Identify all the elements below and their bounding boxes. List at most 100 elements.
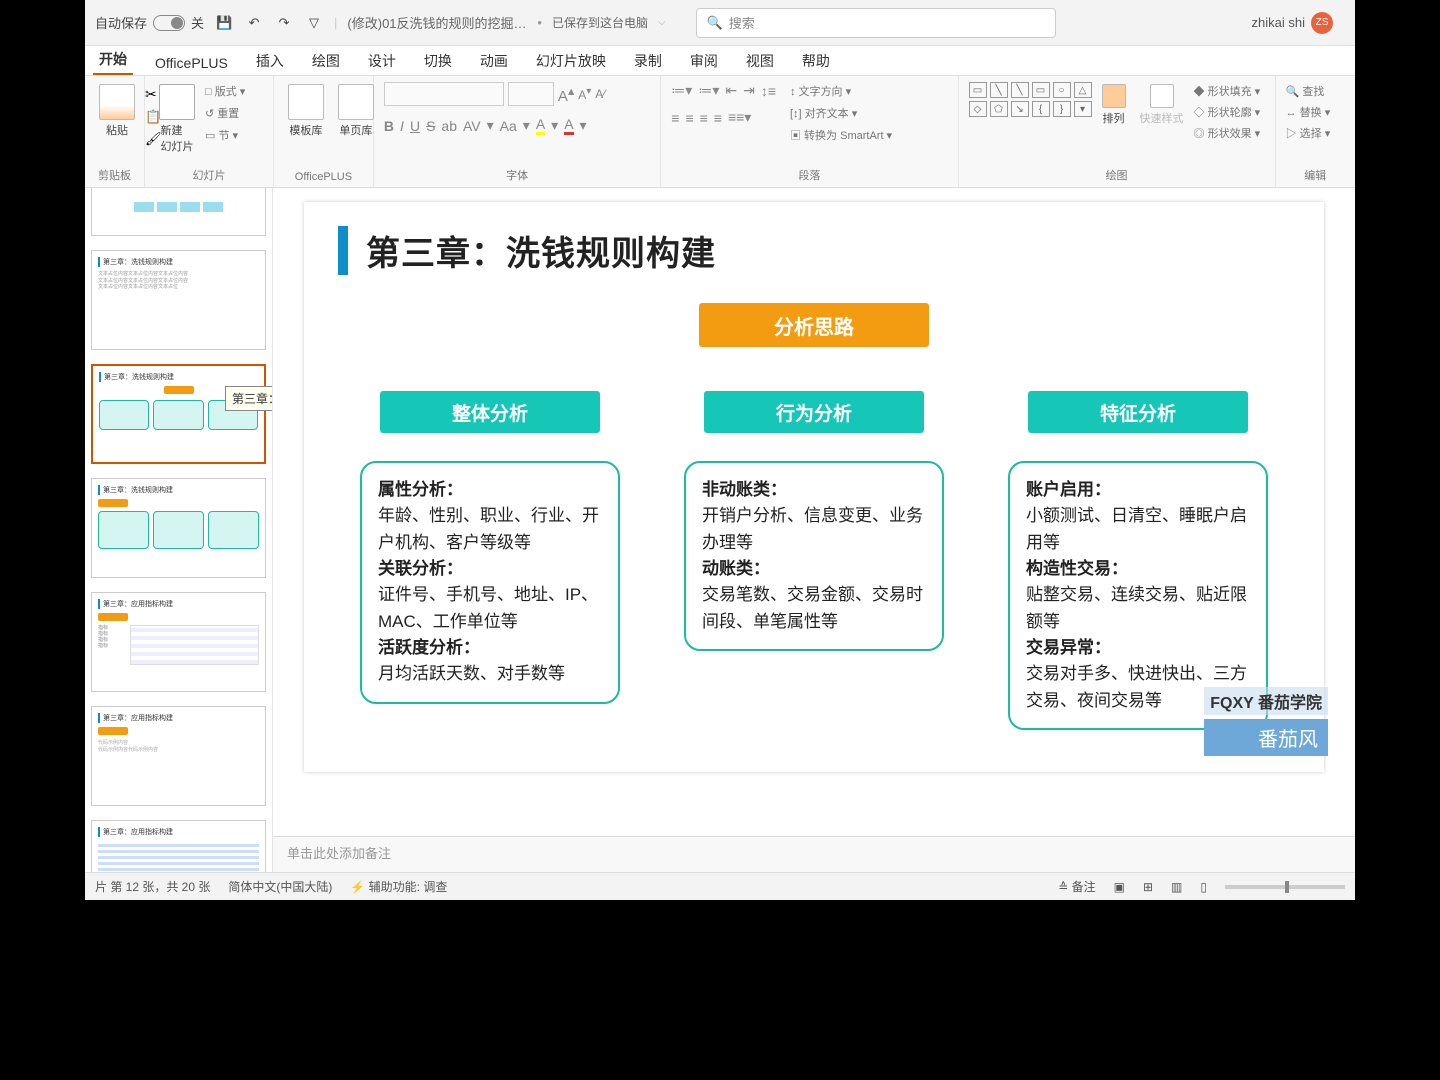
accessibility-status[interactable]: ⚡ 辅助功能: 调查 [350,878,447,895]
group-drawing: ▭╲╲▭○△ ◇⬠↘{}▾ 排列 快速样式 ◆ 形状填充 ▾ ◇ 形状轮廓 ▾ … [959,76,1276,187]
group-paragraph: ≔▾ ≔▾ ⇤ ⇥ ↕≡ ≡ ≡ ≡ ≡ ≡≡▾ ↕ 文字方向 ▾ [↕] 对齐… [661,76,958,187]
new-slide-icon [159,84,195,120]
thumbnail-slide[interactable]: 第三章：应用指标构建 [91,820,266,872]
tab-recording[interactable]: 录制 [628,47,668,75]
search-input[interactable]: 🔍 搜索 [696,8,1056,38]
language-status[interactable]: 简体中文(中国大陆) [228,878,332,895]
thumbnail-panel[interactable]: 第三章：洗钱规则构建 文本占位内容文本占位内容文本占位内容文本占位内容文本占位内… [85,188,273,872]
align-left-icon[interactable]: ≡ [671,110,679,126]
new-slide-button[interactable]: 新建 幻灯片 [155,82,199,156]
filename: (修改)01反洗钱的规则的挖掘.p… [347,13,527,32]
notes-toggle[interactable]: ≙ 备注 [1058,878,1095,895]
layout-button[interactable]: □ 版式 ▾ [205,82,245,100]
font-increase-icon[interactable]: A▴ [558,83,574,105]
font-family-select[interactable] [384,82,504,106]
redo-icon[interactable]: ↷ [274,13,294,33]
analysis-heading: 分析思路 [699,303,929,347]
singlepage-icon [338,84,374,120]
tab-review[interactable]: 审阅 [684,47,724,75]
normal-view-icon[interactable]: ▣ [1114,880,1125,894]
section-button[interactable]: ▭ 节 ▾ [205,126,245,144]
slide-area[interactable]: 第三章：洗钱规则构建 分析思路 整体分析 属性分析：年龄、性别、职业、行业、开户… [273,188,1355,836]
notes-pane[interactable]: 单击此处添加备注 [273,836,1355,872]
slide-counter[interactable]: 片 第 12 张，共 20 张 [95,878,210,895]
undo-icon[interactable]: ↶ [244,13,264,33]
shape-fill-button[interactable]: ◆ 形状填充 ▾ [1194,82,1261,100]
reading-view-icon[interactable]: ▥ [1171,880,1182,894]
presenter-icon[interactable]: ▽ [304,13,324,33]
slide-canvas[interactable]: 第三章：洗钱规则构建 分析思路 整体分析 属性分析：年龄、性别、职业、行业、开户… [304,202,1324,772]
templatelib-icon [288,84,324,120]
find-button[interactable]: 🔍 查找 [1286,82,1325,100]
align-text-button[interactable]: [↕] 对齐文本 ▾ [790,104,892,122]
autosave-toggle[interactable]: 自动保存 关 [95,13,204,32]
shape-outline-button[interactable]: ◇ 形状轮廓 ▾ [1194,103,1261,121]
saved-status[interactable]: 已保存到这台电脑 [552,14,648,31]
indent-dec-icon[interactable]: ⇤ [725,82,737,99]
tab-insert[interactable]: 插入 [250,47,290,75]
user-account[interactable]: zhikai shi ZS [1252,12,1333,34]
change-case-button[interactable]: Aa [500,118,517,134]
tab-animations[interactable]: 动画 [474,47,514,75]
arrange-button[interactable]: 排列 [1098,82,1130,128]
templatelib-button[interactable]: 模板库 [284,82,328,140]
column-head: 特征分析 [1028,391,1248,433]
column-head: 行为分析 [704,391,924,433]
singlepage-button[interactable]: 单页库 [334,82,378,140]
font-size-select[interactable] [508,82,554,106]
bullets-icon[interactable]: ≔▾ [671,82,692,99]
text-shadow-button[interactable]: ab [441,118,457,134]
tab-slideshow[interactable]: 幻灯片放映 [530,47,612,75]
char-spacing-button[interactable]: AV [463,118,481,134]
group-editing: 🔍 查找 ↔ 替换 ▾ ▷ 选择 ▾ 编辑 [1276,76,1355,187]
toggle-icon[interactable] [153,15,185,31]
shape-effects-button[interactable]: ◎ 形状效果 ▾ [1194,124,1261,142]
font-color-button[interactable]: A [564,116,573,135]
reset-button[interactable]: ↺ 重置 [205,104,245,122]
strike-button[interactable]: S [426,118,435,134]
save-icon[interactable]: 💾 [214,13,234,33]
columns-icon[interactable]: ≡≡▾ [728,109,751,126]
tab-design[interactable]: 设计 [362,47,402,75]
select-button[interactable]: ▷ 选择 ▾ [1286,124,1331,142]
zoom-slider[interactable] [1225,885,1345,889]
font-highlight-button[interactable]: A [536,116,545,135]
tab-transitions[interactable]: 切换 [418,47,458,75]
search-placeholder: 搜索 [729,13,755,32]
paste-button[interactable]: 粘贴 [95,82,139,140]
quickstyle-button[interactable]: 快速样式 [1136,82,1188,128]
numbering-icon[interactable]: ≔▾ [698,82,719,99]
search-icon: 🔍 [707,15,723,31]
thumbnail-slide[interactable]: 第三章：应用指标构建 指标指标指标指标 [91,592,266,692]
justify-icon[interactable]: ≡ [714,110,722,126]
watermark-line2: 番茄风 [1204,719,1328,756]
slideshow-view-icon[interactable]: ▯ [1200,880,1207,894]
clear-format-icon[interactable]: A⁄ [595,87,605,101]
avatar: ZS [1311,12,1333,34]
shapes-gallery[interactable]: ▭╲╲▭○△ ◇⬠↘{}▾ [969,82,1092,117]
line-spacing-icon[interactable]: ↕≡ [761,83,776,99]
tab-help[interactable]: 帮助 [796,47,836,75]
italic-button[interactable]: I [400,118,404,134]
tab-officeplus[interactable]: OfficePLUS [149,51,234,75]
sorter-view-icon[interactable]: ⊞ [1143,880,1153,894]
thumbnail-slide[interactable] [91,188,266,236]
font-decrease-icon[interactable]: A▾ [578,86,591,102]
tab-draw[interactable]: 绘图 [306,47,346,75]
body: 第三章：洗钱规则构建 文本占位内容文本占位内容文本占位内容文本占位内容文本占位内… [85,188,1355,872]
replace-button[interactable]: ↔ 替换 ▾ [1286,103,1331,121]
thumbnail-slide[interactable]: 第三章：应用指标构建 代码示例内容代码示例内容代码示例内容 [91,706,266,806]
column-2: 行为分析 非动账类：开销户分析、信息变更、业务办理等动账类：交易笔数、交易金额、… [672,391,956,730]
align-center-icon[interactable]: ≡ [685,110,693,126]
underline-button[interactable]: U [410,118,420,134]
align-right-icon[interactable]: ≡ [700,110,708,126]
tab-view[interactable]: 视图 [740,47,780,75]
thumbnail-slide[interactable]: 第三章：洗钱规则构建 文本占位内容文本占位内容文本占位内容文本占位内容文本占位内… [91,250,266,350]
indent-inc-icon[interactable]: ⇥ [743,82,755,99]
bold-button[interactable]: B [384,118,394,134]
tab-home[interactable]: 开始 [93,45,133,75]
to-smartart-button[interactable]: ▣ 转换为 SmartArt ▾ [790,126,892,144]
text-direction-button[interactable]: ↕ 文字方向 ▾ [790,82,892,100]
thumbnail-slide-selected[interactable]: 第三章：洗钱规则构建 [91,364,266,464]
thumbnail-slide[interactable]: 第三章：洗钱规则构建 [91,478,266,578]
